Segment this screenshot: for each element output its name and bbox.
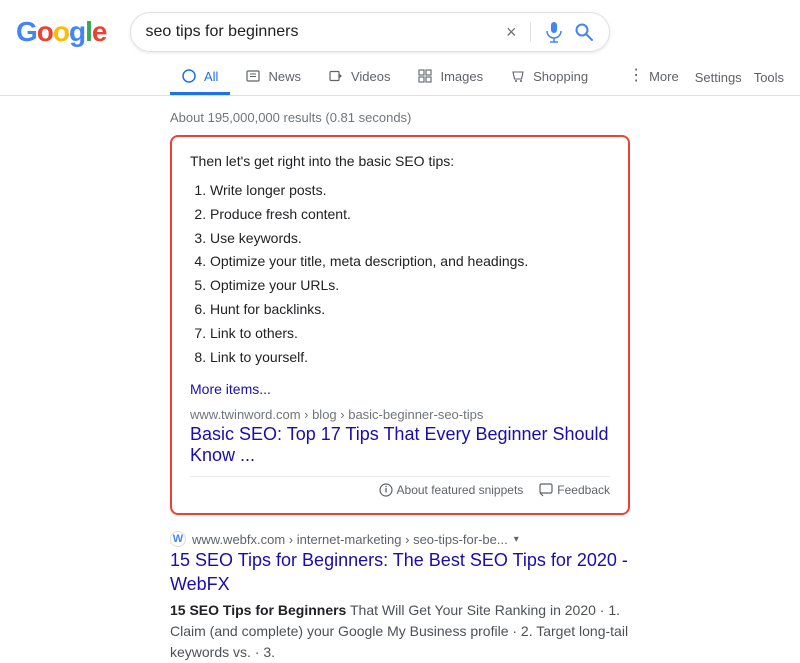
header: Google × — [0, 0, 800, 52]
clear-button[interactable]: × — [506, 22, 517, 43]
snippet-item-1: Write longer posts. — [210, 179, 610, 203]
search-result-1: W www.webfx.com › internet-marketing › s… — [170, 531, 630, 663]
shopping-tab-icon — [511, 69, 525, 83]
feedback-icon — [539, 483, 553, 497]
logo-o2: o — [53, 16, 69, 48]
tab-videos-label: Videos — [351, 69, 391, 84]
search-input[interactable] — [145, 23, 497, 41]
snippet-source-url: www.twinword.com › blog › basic-beginner… — [190, 407, 610, 422]
snippet-intro: Then let's get right into the basic SEO … — [190, 153, 610, 169]
info-icon — [379, 483, 393, 497]
google-logo: Google — [16, 16, 114, 48]
divider-line — [530, 22, 531, 42]
mic-icon — [545, 21, 563, 43]
tab-news[interactable]: News — [234, 61, 313, 95]
search-bar: × — [130, 12, 610, 52]
snippet-footer: About featured snippets Feedback — [190, 476, 610, 497]
snippet-title-link[interactable]: Basic SEO: Top 17 Tips That Every Beginn… — [190, 424, 610, 466]
about-snippets-link[interactable]: About featured snippets — [379, 483, 524, 497]
settings-link[interactable]: Settings — [695, 70, 742, 85]
tab-images-label: Images — [440, 69, 483, 84]
logo-g: G — [16, 16, 37, 48]
snippet-item-3: Use keywords. — [210, 227, 610, 251]
feedback-label: Feedback — [557, 483, 610, 497]
nav-settings: Settings Tools — [695, 70, 800, 85]
results-count: About 195,000,000 results (0.81 seconds) — [170, 104, 630, 135]
tab-news-label: News — [268, 69, 301, 84]
snippet-item-7: Link to others. — [210, 322, 610, 346]
videos-tab-icon — [329, 69, 343, 83]
nav-tabs: All News Videos Images Shopping — [0, 52, 800, 96]
tools-link[interactable]: Tools — [754, 70, 784, 85]
tab-more-label: More — [649, 69, 679, 84]
all-tab-icon — [182, 69, 196, 83]
tab-more[interactable]: ⋮ More — [616, 60, 691, 95]
result-description: 15 SEO Tips for Beginners That Will Get … — [170, 600, 630, 663]
featured-snippet: Then let's get right into the basic SEO … — [170, 135, 630, 515]
result-dropdown-icon[interactable]: ▾ — [514, 534, 519, 545]
search-icon — [574, 22, 594, 42]
results-area: About 195,000,000 results (0.81 seconds)… — [0, 96, 800, 663]
feedback-link[interactable]: Feedback — [539, 483, 610, 497]
tab-images[interactable]: Images — [406, 61, 495, 95]
news-tab-icon — [246, 69, 260, 83]
mic-button[interactable] — [545, 21, 563, 43]
snippet-item-5: Optimize your URLs. — [210, 274, 610, 298]
result-desc-bold: 15 SEO Tips for Beginners — [170, 602, 346, 618]
logo-l: l — [85, 16, 92, 48]
about-snippets-label: About featured snippets — [397, 483, 524, 497]
images-tab-icon — [418, 69, 432, 83]
snippet-item-4: Optimize your title, meta description, a… — [210, 250, 610, 274]
search-submit-button[interactable] — [573, 21, 595, 43]
tab-shopping-label: Shopping — [533, 69, 588, 84]
snippet-item-8: Link to yourself. — [210, 346, 610, 370]
logo-g2: g — [69, 16, 85, 48]
tab-shopping[interactable]: Shopping — [499, 61, 600, 95]
snippet-list: Write longer posts. Produce fresh conten… — [210, 179, 610, 369]
result-title-link[interactable]: 15 SEO Tips for Beginners: The Best SEO … — [170, 549, 630, 596]
tab-all-label: All — [204, 69, 218, 84]
result-url-text: www.webfx.com › internet-marketing › seo… — [192, 532, 508, 547]
more-items-link[interactable]: More items... — [190, 381, 271, 397]
tab-all[interactable]: All — [170, 61, 230, 95]
tab-videos[interactable]: Videos — [317, 61, 403, 95]
logo-o1: o — [37, 16, 53, 48]
google-logo-text: Google — [16, 16, 106, 48]
snippet-item-2: Produce fresh content. — [210, 203, 610, 227]
result-url-line: W www.webfx.com › internet-marketing › s… — [170, 531, 630, 547]
search-icons: × — [506, 21, 596, 43]
favicon: W — [170, 531, 186, 547]
logo-e: e — [92, 16, 107, 48]
more-dots-icon: ⋮ — [628, 68, 644, 84]
snippet-item-6: Hunt for backlinks. — [210, 298, 610, 322]
